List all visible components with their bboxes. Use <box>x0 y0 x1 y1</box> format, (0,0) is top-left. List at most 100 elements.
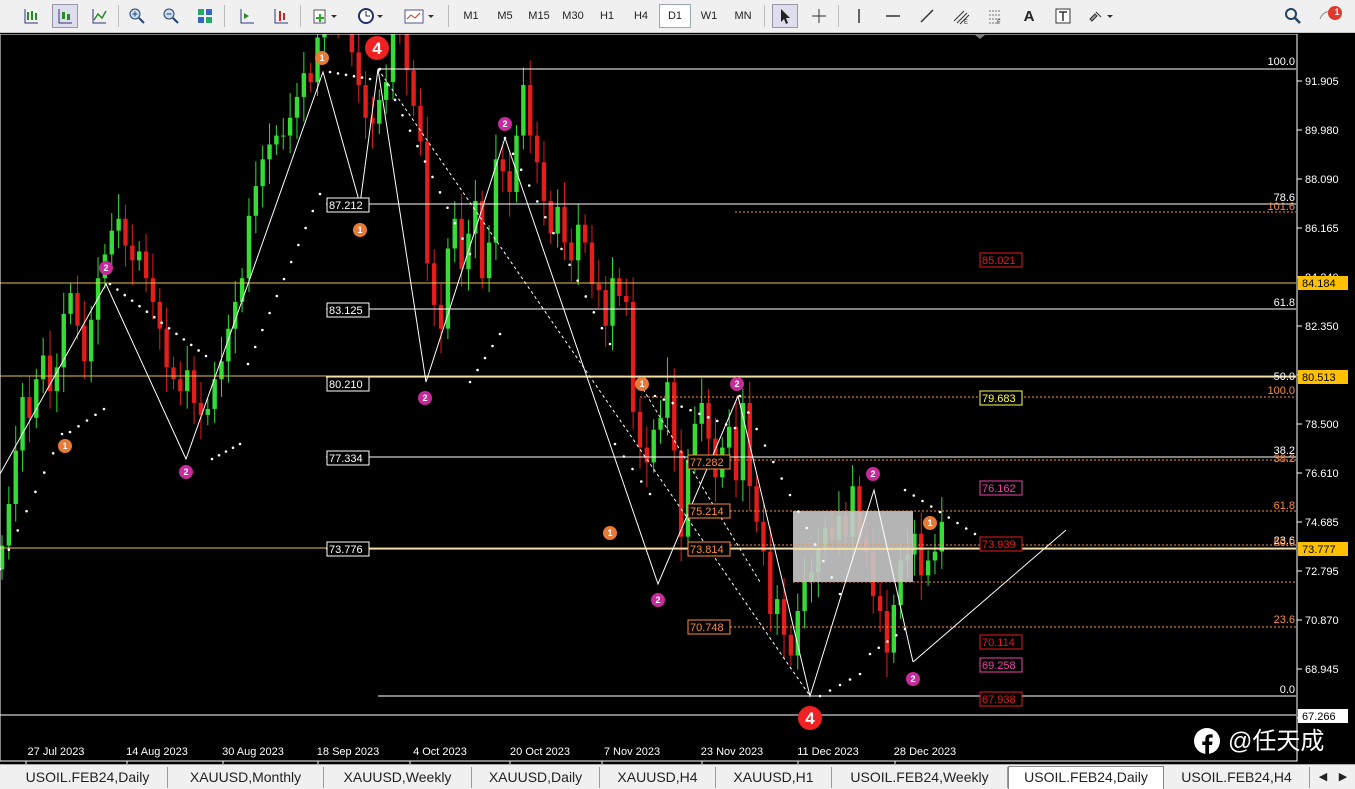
horizontal-line-icon[interactable] <box>880 4 906 28</box>
candle-body <box>308 73 313 83</box>
sar-dot <box>304 226 307 230</box>
text-tool-icon[interactable]: A <box>1016 4 1042 28</box>
line-chart-icon[interactable] <box>86 4 112 28</box>
candle-body <box>774 599 780 614</box>
tabs-scroll-left-icon[interactable]: ◀ <box>1314 767 1332 788</box>
candle-body <box>47 355 53 392</box>
timeframe-h1[interactable]: H1 <box>591 4 623 28</box>
candle-body <box>363 85 368 118</box>
candle-body <box>425 141 430 264</box>
tile-windows-icon[interactable] <box>192 4 218 28</box>
candle-body <box>54 367 60 392</box>
sar-dot <box>238 442 242 446</box>
candle-body <box>706 402 711 439</box>
chart-tab-usoil-h4[interactable]: USOIL.FEB24,H4 <box>1164 767 1310 788</box>
chart-tab-xauusd-monthly[interactable]: XAUUSD,Monthly <box>168 767 324 788</box>
candle-body <box>390 34 396 83</box>
sar-dot <box>483 356 487 360</box>
candlestick-chart-icon[interactable] <box>52 4 78 28</box>
timeframe-m5[interactable]: M5 <box>489 4 521 28</box>
channels-icon[interactable]: E <box>948 4 974 28</box>
fibo-ext-label-0: 101.6 <box>1267 201 1295 213</box>
auto-scroll-icon[interactable] <box>234 4 260 28</box>
date-tick-label: 4 Oct 2023 <box>413 746 467 758</box>
timeframe-mn[interactable]: MN <box>727 4 759 28</box>
candle-body <box>651 429 656 463</box>
vertical-line-icon[interactable] <box>846 4 872 28</box>
tabs-scroll-right-icon[interactable]: ▶ <box>1334 767 1352 788</box>
candle-body <box>576 224 581 261</box>
price-tag-0: 84.184 <box>1302 278 1336 290</box>
price-chart[interactable]: 87.212 83.125 80.210 77.334 73.776 77.282 75.2… <box>0 34 1355 764</box>
right-price-0: 85.021 <box>982 255 1016 267</box>
candle-body <box>178 379 183 392</box>
timeframe-w1[interactable]: W1 <box>693 4 725 28</box>
sar-dot <box>715 419 719 423</box>
arrows-tool-icon[interactable] <box>1084 4 1120 28</box>
chart-tab-usoil-daily[interactable]: USOIL.FEB24,Daily <box>8 767 168 788</box>
candle-body <box>685 459 691 537</box>
wave-label-2: 1 <box>357 225 362 235</box>
sar-dot <box>680 405 683 408</box>
sar-dot <box>848 678 852 681</box>
price-tag-2: 73.777 <box>1302 544 1336 556</box>
cursor-arrow-icon[interactable] <box>772 4 798 28</box>
candle-body <box>274 135 279 145</box>
chart-tab-xauusd-h1[interactable]: XAUUSD,H1 <box>716 767 832 788</box>
price-tick-label: 88.090 <box>1305 174 1339 186</box>
zoom-out-icon[interactable] <box>158 4 184 28</box>
candle-body <box>891 605 896 653</box>
candle-body <box>116 218 121 231</box>
timeframe-m1[interactable]: M1 <box>455 4 487 28</box>
sar-dot <box>408 129 412 132</box>
candle-body <box>20 397 25 451</box>
bar-chart-icon[interactable] <box>18 4 44 28</box>
fibonacci-icon[interactable]: F <box>982 4 1008 28</box>
sar-dot <box>747 411 750 414</box>
right-price-6: 67.938 <box>982 694 1016 706</box>
candle-body <box>562 206 567 243</box>
timeframe-m15[interactable]: M15 <box>523 4 555 28</box>
chart-tab-xauusd-daily[interactable]: XAUUSD,Daily <box>472 767 600 788</box>
timeframe-d1[interactable]: D1 <box>659 4 691 28</box>
wave-label-5: 2 <box>422 393 427 403</box>
sar-dot <box>378 67 382 71</box>
sar-dot <box>431 175 434 179</box>
trendline-icon[interactable] <box>914 4 940 28</box>
candle-body <box>919 533 924 576</box>
sar-dot <box>145 310 149 313</box>
sar-dot <box>453 221 457 225</box>
notifications-icon[interactable]: 1 <box>1316 4 1346 28</box>
fibo-ext-label-5: 23.6 <box>1274 614 1295 626</box>
sar-dot <box>608 342 612 346</box>
sar-dot <box>780 477 783 480</box>
text-label-icon[interactable] <box>1050 4 1076 28</box>
chart-tab-usoil-weekly[interactable]: USOIL.FEB24,Weekly <box>832 767 1008 788</box>
fibo-main-label-6: 0.0 <box>1280 684 1295 696</box>
indicators-icon[interactable] <box>308 4 344 28</box>
price-tick-label: 72.795 <box>1305 566 1339 578</box>
sar-dot <box>423 160 427 163</box>
search-icon[interactable] <box>1280 4 1306 28</box>
sar-dot <box>261 328 264 332</box>
wave-label-4: 2 <box>183 467 188 477</box>
timeframe-h4[interactable]: H4 <box>625 4 657 28</box>
candle-body <box>507 171 512 193</box>
candle-body <box>630 301 636 412</box>
chart-tab-usoil-daily-active[interactable]: USOIL.FEB24,Daily <box>1008 766 1164 789</box>
chart-tab-xauusd-weekly[interactable]: XAUUSD,Weekly <box>324 767 472 788</box>
candle-body <box>534 135 540 163</box>
sar-dot <box>838 592 842 596</box>
periods-clock-icon[interactable] <box>354 4 390 28</box>
crosshair-icon[interactable] <box>806 4 832 28</box>
chart-shift-icon[interactable] <box>268 4 294 28</box>
price-tag-3: 67.266 <box>1302 711 1336 723</box>
candle-body <box>253 186 259 216</box>
sar-dot <box>77 424 80 428</box>
timeframe-m30[interactable]: M30 <box>557 4 589 28</box>
fibo-ext-label-1: 100.0 <box>1267 385 1295 397</box>
sar-dot <box>519 168 523 171</box>
chart-tab-xauusd-h4[interactable]: XAUUSD,H4 <box>600 767 716 788</box>
templates-icon[interactable] <box>400 4 440 28</box>
zoom-in-icon[interactable] <box>124 4 150 28</box>
